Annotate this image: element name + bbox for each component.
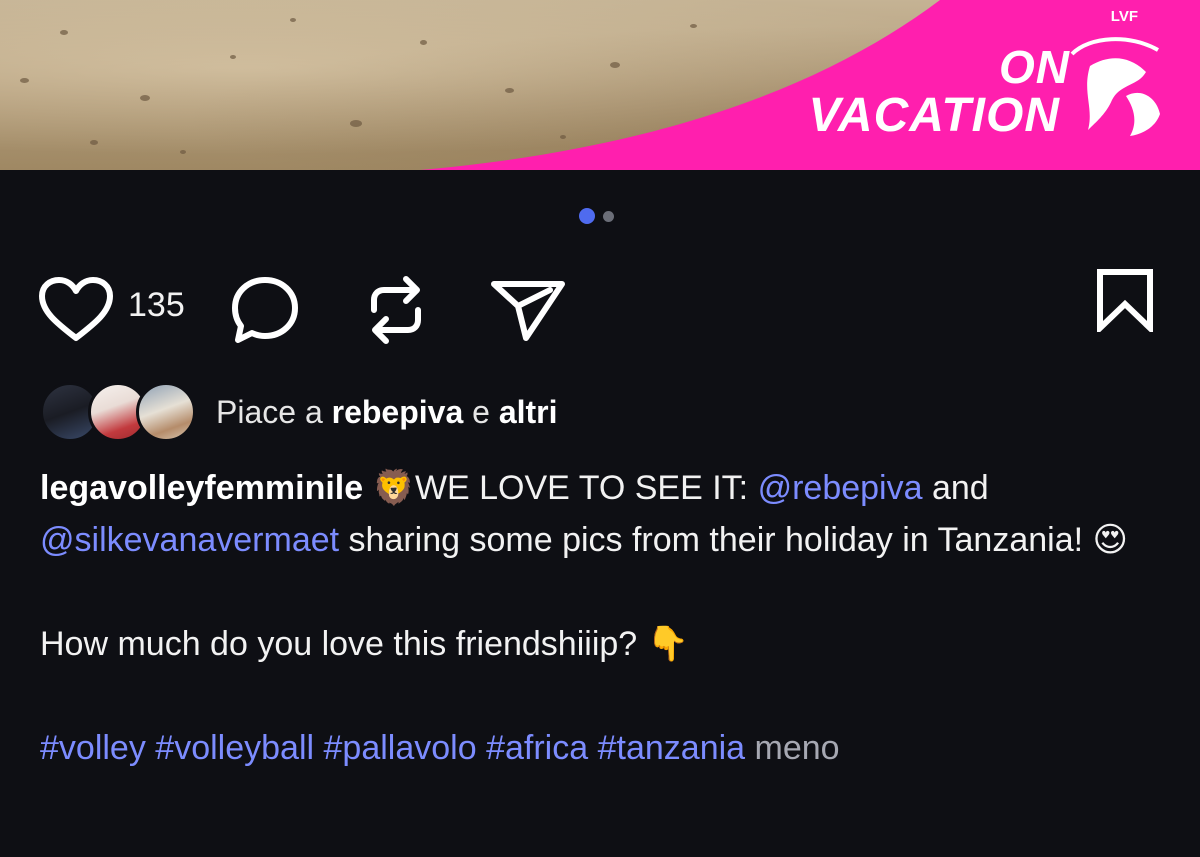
post-actions: 135 (38, 266, 1162, 344)
share-icon[interactable] (490, 276, 566, 342)
caption-username[interactable]: legavolleyfemminile (40, 469, 363, 507)
liked-by-others[interactable]: altri (499, 394, 558, 430)
lion-emoji: 🦁 (372, 469, 415, 507)
post-caption: legavolleyfemminile 🦁WE LOVE TO SEE IT: … (40, 462, 1160, 774)
heart-eyes-emoji: 😍 (1092, 521, 1128, 559)
on-vacation-banner: LVF ON VACATION (0, 0, 1200, 170)
liked-by-prefix: Piace a (216, 393, 323, 430)
pointing-down-emoji: 👇 (646, 625, 689, 663)
caption-paragraph-1: legavolleyfemminile 🦁WE LOVE TO SEE IT: … (40, 462, 1160, 566)
caption-and: and (931, 469, 989, 507)
carousel-indicator (579, 208, 614, 224)
hashtag[interactable]: #tanzania (598, 729, 745, 767)
caption-question: How much do you love this friendshiiip? (40, 625, 638, 663)
banner-line-vacation: VACATION (808, 89, 1060, 142)
caption-text-2: sharing some pics from their holiday in … (348, 521, 1084, 559)
liked-by-joiner: e (472, 393, 490, 430)
liked-by-text: Piace a rebepiva e altri (216, 394, 558, 431)
carousel-dot[interactable] (603, 210, 614, 222)
hashtag[interactable]: #pallavolo (324, 729, 477, 767)
liked-by-row[interactable]: Piace a rebepiva e altri (40, 380, 558, 444)
caption-text-1: WE LOVE TO SEE IT: (414, 469, 749, 507)
carousel-dot-active[interactable] (579, 208, 595, 224)
heart-icon[interactable] (38, 276, 114, 342)
liked-by-avatars[interactable] (40, 380, 196, 444)
liked-by-user[interactable]: rebepiva (332, 394, 464, 430)
hashtag[interactable]: #africa (486, 729, 588, 767)
comment-icon[interactable] (228, 274, 302, 346)
bookmark-icon[interactable] (1094, 268, 1156, 332)
mention-silkevanavermaet[interactable]: @silkevanavermaet (40, 521, 339, 559)
caption-paragraph-2: How much do you love this friendshiiip? … (40, 618, 1160, 670)
repost-icon[interactable] (364, 274, 428, 346)
show-less-link[interactable]: meno (755, 729, 840, 767)
hashtag[interactable]: #volley (40, 729, 146, 767)
lvf-logo-icon (1070, 37, 1160, 136)
lvf-label: LVF (1110, 8, 1138, 25)
hashtag[interactable]: #volleyball (155, 729, 314, 767)
like-count[interactable]: 135 (128, 286, 185, 325)
post-image[interactable]: LVF ON VACATION (0, 0, 1200, 170)
avatar[interactable] (136, 382, 196, 442)
caption-hashtags: #volley #volleyball #pallavolo #africa #… (40, 722, 1160, 774)
mention-rebepiva[interactable]: @rebepiva (758, 469, 923, 507)
